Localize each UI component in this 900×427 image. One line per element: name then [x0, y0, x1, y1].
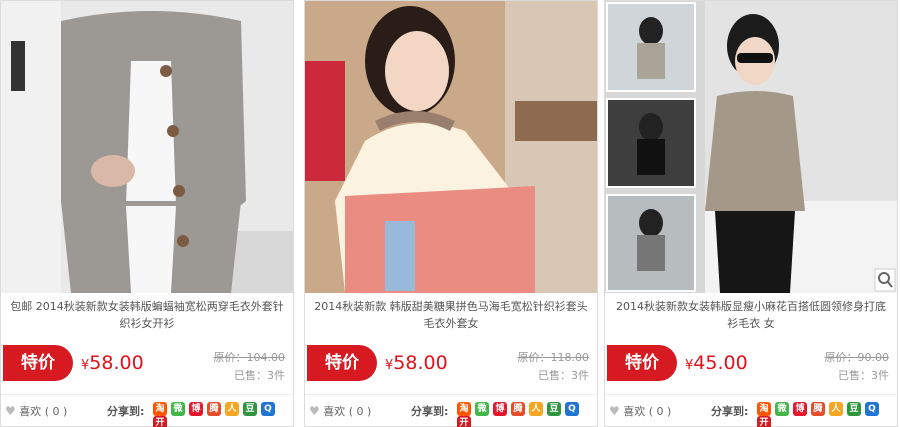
kaixin-share-icon[interactable]: 开 — [757, 416, 771, 427]
share-icons: 淘微博腾人豆 Q 开 — [153, 402, 293, 427]
product-card[interactable]: 2014秋装新款女装韩版显瘦小麻花百搭低圆领修身打底衫毛衣 女 特价 ¥45.0… — [604, 0, 898, 427]
like-button[interactable]: ♥ 喜欢 ( 0 ) — [5, 403, 67, 419]
sold-count: 已售：3件 — [538, 369, 589, 382]
price-value: 58.00 — [393, 352, 448, 374]
wechat-share-icon[interactable]: 微 — [775, 402, 789, 416]
like-label: 喜欢 — [323, 405, 346, 418]
like-count: ( 0 ) — [348, 405, 372, 418]
product-photo[interactable] — [305, 1, 597, 293]
sale-price: ¥45.00 — [685, 351, 748, 378]
sold-count: 已售：3件 — [838, 369, 889, 382]
renren-share-icon[interactable]: 人 — [225, 402, 239, 416]
douban-share-icon[interactable]: 豆 — [847, 402, 861, 416]
product-card[interactable]: 包邮 2014秋装新款女装韩版蝙蝠袖宽松两穿毛衣外套针织衫女开衫 特价 ¥58.… — [0, 0, 294, 427]
share-icons: 淘微博腾人豆 Q 开 — [457, 402, 597, 427]
wechat-share-icon[interactable]: 微 — [475, 402, 489, 416]
like-count: ( 0 ) — [648, 405, 672, 418]
heart-icon: ♥ — [5, 404, 16, 418]
heart-icon: ♥ — [609, 404, 620, 418]
share-icons: 淘微博腾人豆 Q 开 — [757, 402, 897, 427]
product-title[interactable]: 2014秋装新款 韩版甜美糖果拼色马海毛宽松针织衫套头毛衣外套女 — [311, 298, 591, 334]
sale-price: ¥58.00 — [385, 351, 448, 378]
product-card[interactable]: 2014秋装新款 韩版甜美糖果拼色马海毛宽松针织衫套头毛衣外套女 特价 ¥58.… — [304, 0, 598, 427]
like-button[interactable]: ♥ 喜欢 ( 0 ) — [609, 403, 671, 419]
sold-count: 已售：3件 — [234, 369, 285, 382]
price-value: 58.00 — [89, 352, 144, 374]
like-count: ( 0 ) — [44, 405, 68, 418]
original-price: 原价：104.00 — [213, 351, 286, 364]
card-footer: ♥ 喜欢 ( 0 ) 分享到: 淘微博腾人豆 Q 开 — [605, 394, 897, 427]
tencent-weibo-share-icon[interactable]: 腾 — [811, 402, 825, 416]
wechat-share-icon[interactable]: 微 — [171, 402, 185, 416]
kaixin-share-icon[interactable]: 开 — [457, 416, 471, 427]
share-label: 分享到: — [411, 405, 449, 418]
original-price: 原价：90.00 — [824, 351, 890, 364]
special-price-badge: 特价 — [607, 345, 677, 381]
price-value: 45.00 — [693, 352, 748, 374]
like-button[interactable]: ♥ 喜欢 ( 0 ) — [309, 403, 371, 419]
heart-icon: ♥ — [309, 404, 320, 418]
product-photo[interactable] — [605, 1, 897, 293]
qzone-share-icon[interactable]: Q — [565, 402, 579, 416]
special-price-badge: 特价 — [307, 345, 377, 381]
product-photo[interactable] — [1, 1, 293, 293]
original-price: 原价：118.00 — [517, 351, 590, 364]
card-footer: ♥ 喜欢 ( 0 ) 分享到: 淘微博腾人豆 Q 开 — [305, 394, 597, 427]
qzone-share-icon[interactable]: Q — [865, 402, 879, 416]
share-label: 分享到: — [107, 405, 145, 418]
kaixin-share-icon[interactable]: 开 — [153, 416, 167, 427]
douban-share-icon[interactable]: 豆 — [243, 402, 257, 416]
weibo-share-icon[interactable]: 博 — [493, 402, 507, 416]
product-title[interactable]: 2014秋装新款女装韩版显瘦小麻花百搭低圆领修身打底衫毛衣 女 — [611, 298, 891, 334]
card-footer: ♥ 喜欢 ( 0 ) 分享到: 淘微博腾人豆 Q 开 — [1, 394, 293, 427]
weibo-share-icon[interactable]: 博 — [793, 402, 807, 416]
qzone-share-icon[interactable]: Q — [261, 402, 275, 416]
special-price-badge: 特价 — [3, 345, 73, 381]
product-title[interactable]: 包邮 2014秋装新款女装韩版蝙蝠袖宽松两穿毛衣外套针织衫女开衫 — [7, 298, 287, 334]
tencent-weibo-share-icon[interactable]: 腾 — [511, 402, 525, 416]
like-label: 喜欢 — [19, 405, 42, 418]
share-label: 分享到: — [711, 405, 749, 418]
taobao-share-icon[interactable]: 淘 — [457, 402, 471, 416]
taobao-share-icon[interactable]: 淘 — [153, 402, 167, 416]
sale-price: ¥58.00 — [81, 351, 144, 378]
tencent-weibo-share-icon[interactable]: 腾 — [207, 402, 221, 416]
douban-share-icon[interactable]: 豆 — [547, 402, 561, 416]
weibo-share-icon[interactable]: 博 — [189, 402, 203, 416]
like-label: 喜欢 — [623, 405, 646, 418]
renren-share-icon[interactable]: 人 — [529, 402, 543, 416]
renren-share-icon[interactable]: 人 — [829, 402, 843, 416]
taobao-share-icon[interactable]: 淘 — [757, 402, 771, 416]
